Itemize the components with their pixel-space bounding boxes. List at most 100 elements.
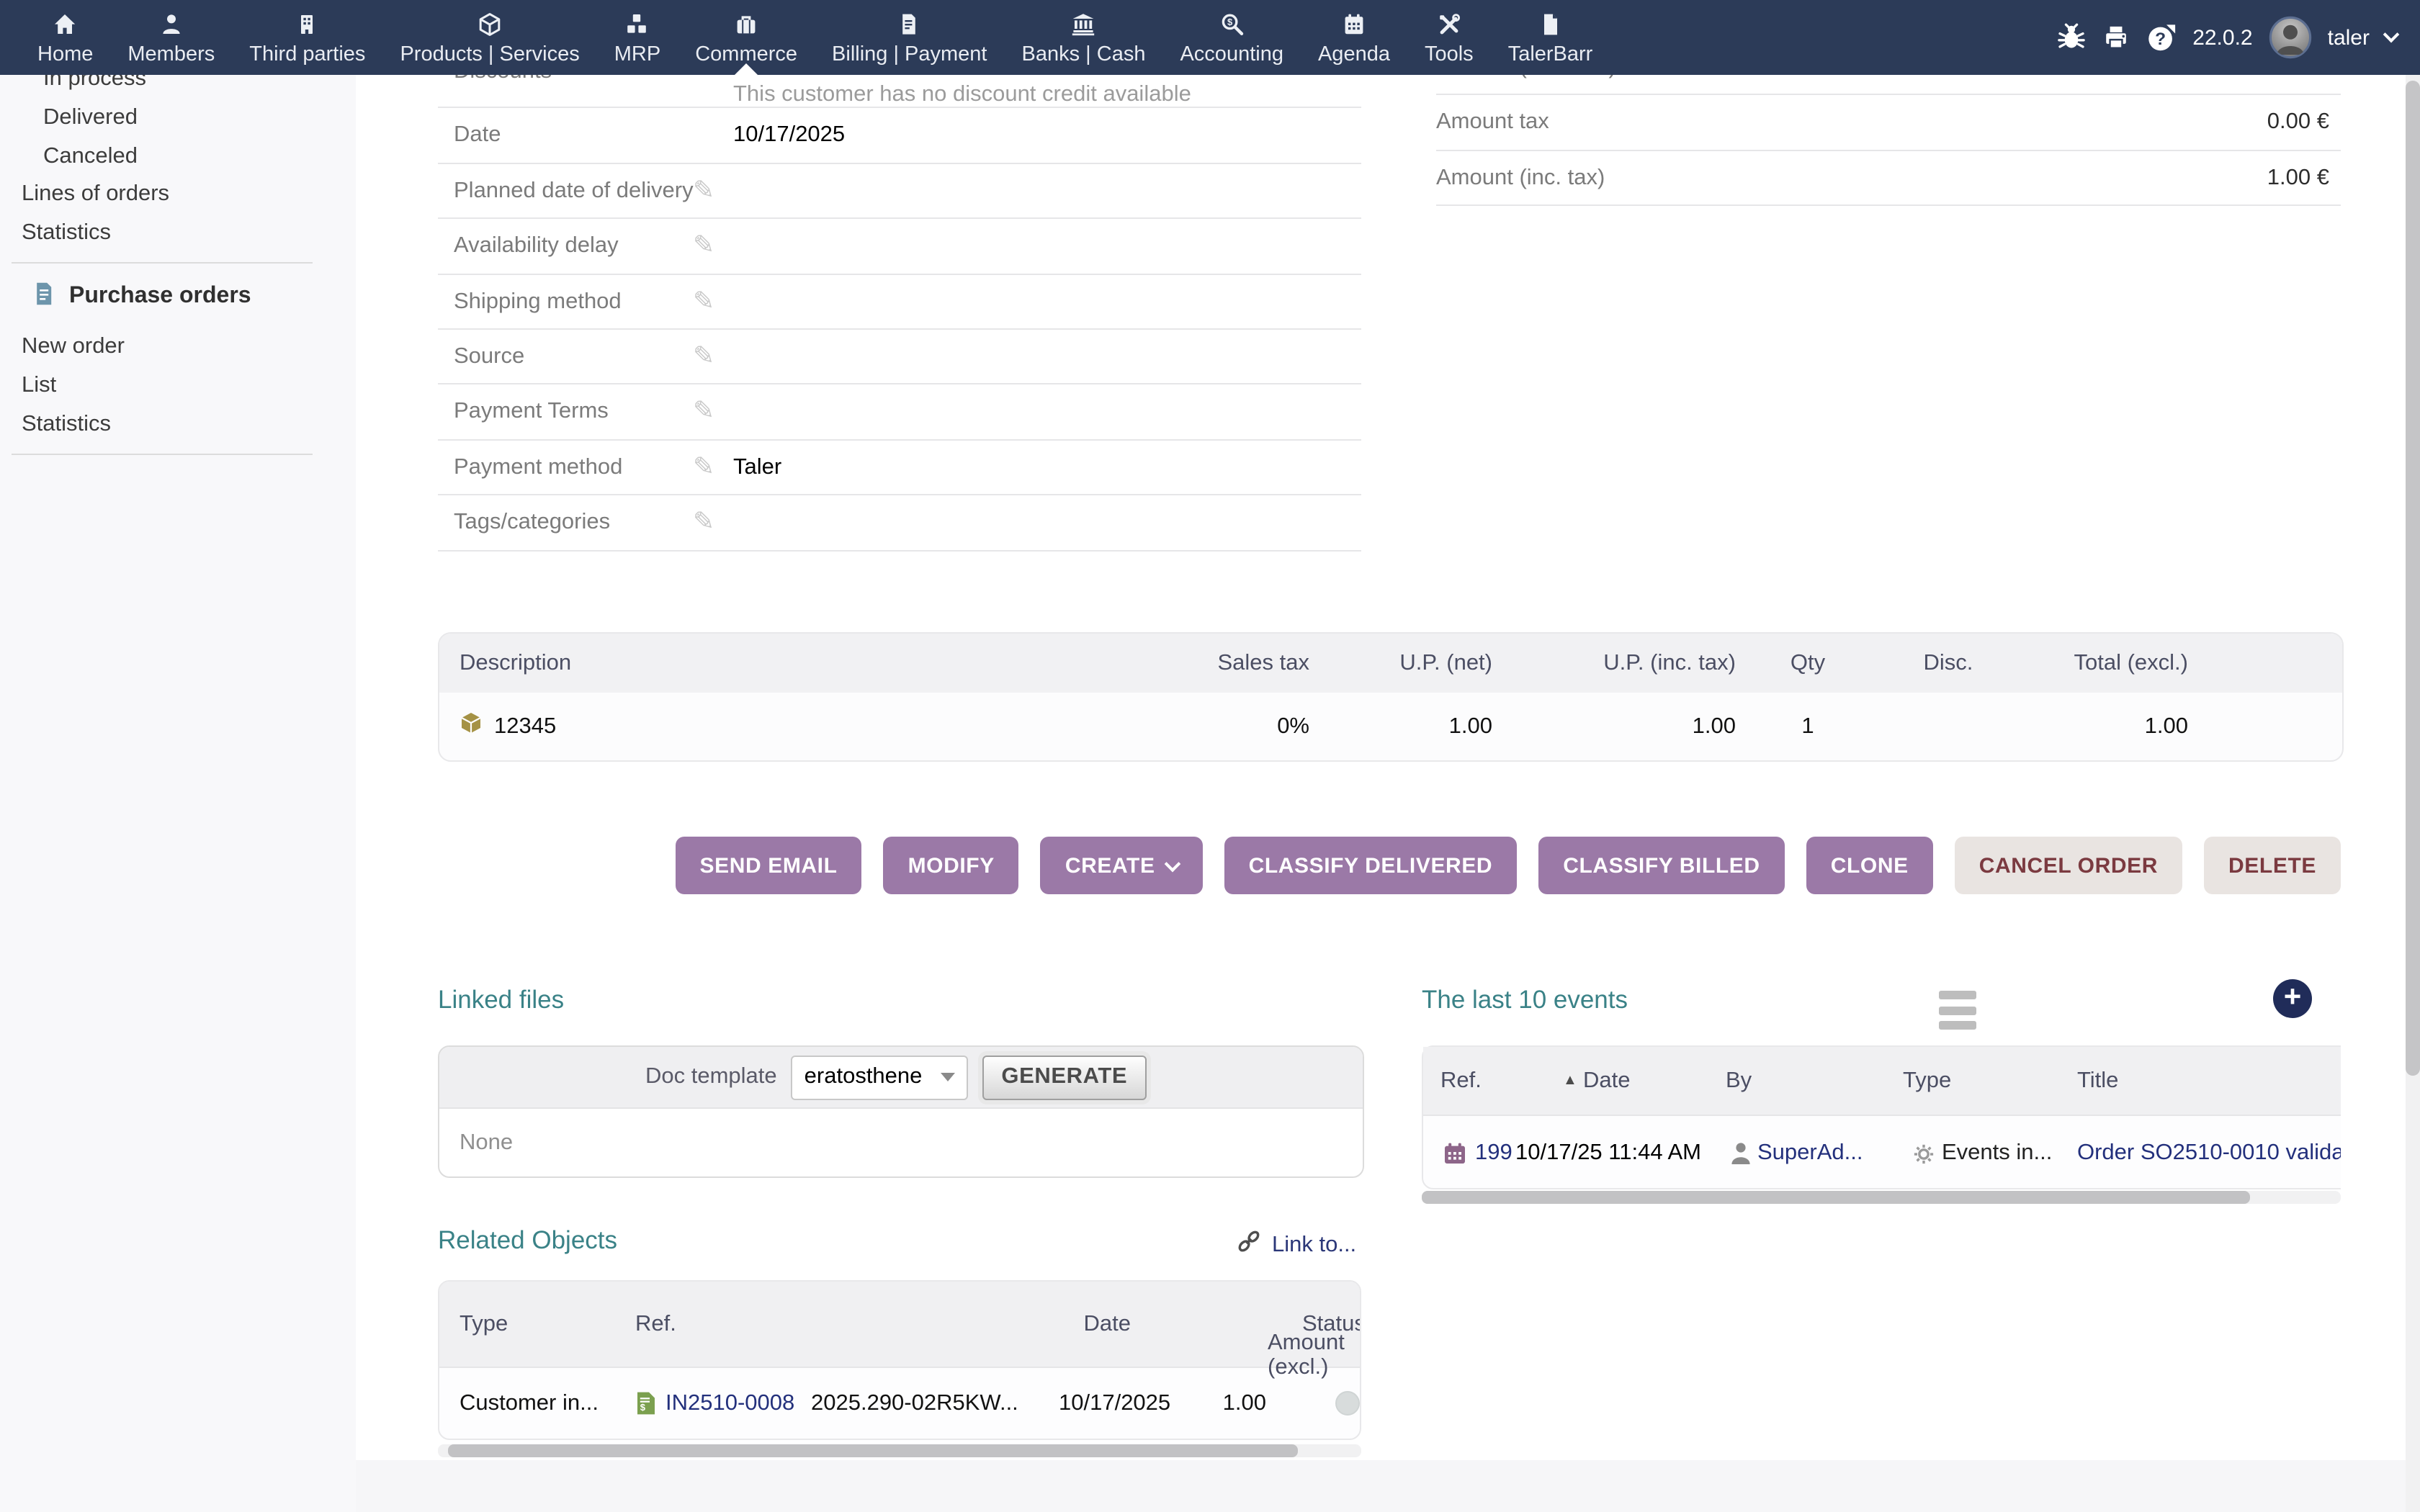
classify-billed-button[interactable]: CLASSIFY BILLED bbox=[1538, 837, 1784, 894]
scrollbar-thumb[interactable] bbox=[2406, 81, 2420, 1076]
event-date: 10/17/25 11:44 AM bbox=[1515, 1116, 1701, 1191]
edit-pencil-icon[interactable]: ✎ bbox=[693, 330, 714, 384]
edit-pencil-icon[interactable]: ✎ bbox=[693, 385, 714, 439]
event-row[interactable]: 199 10/17/25 11:44 AM SuperAd... Events … bbox=[1423, 1116, 2341, 1191]
clone-button[interactable]: CLONE bbox=[1806, 837, 1933, 894]
avatar[interactable] bbox=[2269, 16, 2312, 59]
sidebar-item-purchase-statistics[interactable]: Statistics bbox=[0, 406, 356, 445]
edit-pencil-icon[interactable]: ✎ bbox=[693, 495, 714, 549]
nav-tools[interactable]: Tools bbox=[1407, 0, 1491, 75]
col-status: Status bbox=[1302, 1282, 1361, 1367]
bug-report-icon[interactable] bbox=[2057, 23, 2086, 52]
col-date[interactable]: Date bbox=[1583, 1047, 1631, 1115]
link-to-action[interactable]: Link to... bbox=[1236, 1228, 1356, 1261]
nav-label: MRP bbox=[614, 43, 660, 66]
print-icon[interactable] bbox=[2102, 23, 2130, 52]
events-list-view-icon[interactable] bbox=[1939, 991, 1976, 1036]
events-panel: Ref. ▲ Date By Type Title 199 10/17/25 1… bbox=[1422, 1045, 2341, 1191]
page-bottom-background bbox=[0, 1460, 2420, 1512]
search-dollar-icon: $ bbox=[1219, 12, 1245, 37]
col-date: Date bbox=[1084, 1282, 1131, 1367]
edit-pencil-icon[interactable]: ✎ bbox=[693, 164, 714, 218]
sidebar-section-purchase-orders[interactable]: Purchase orders bbox=[0, 277, 356, 316]
nav-mrp[interactable]: MRP bbox=[597, 0, 678, 75]
send-email-button[interactable]: SEND EMAIL bbox=[676, 837, 862, 894]
field-label: Planned date of delivery bbox=[454, 164, 694, 218]
nav-talerbarr[interactable]: TalerBarr bbox=[1491, 0, 1610, 75]
col-qty: Qty bbox=[1736, 650, 1880, 676]
user-menu-chevron-down-icon[interactable] bbox=[2383, 27, 2400, 43]
nav-home[interactable]: Home bbox=[20, 0, 110, 75]
sidebar-item-list[interactable]: List bbox=[0, 368, 356, 407]
amount-incl-value: 1.00 € bbox=[2267, 151, 2329, 205]
edit-pencil-icon[interactable]: ✎ bbox=[693, 219, 714, 273]
related-ref-link[interactable]: IN2510-0008 bbox=[666, 1368, 794, 1439]
sales-orders-menu: In process Delivered Canceled Lines of o… bbox=[0, 75, 356, 253]
vertical-scrollbar[interactable] bbox=[2406, 75, 2420, 1512]
events-table-header: Ref. ▲ Date By Type Title bbox=[1423, 1047, 2341, 1116]
sidebar-item-delivered[interactable]: Delivered bbox=[0, 99, 356, 138]
scrollbar-thumb[interactable] bbox=[1422, 1191, 2250, 1204]
username[interactable]: taler bbox=[2328, 25, 2370, 50]
col-type[interactable]: Type bbox=[1903, 1047, 1951, 1115]
order-line-row[interactable]: 12345 0% 1.00 1.00 1 1.00 bbox=[439, 693, 2342, 760]
line-total: 1.00 bbox=[2017, 714, 2188, 739]
event-by-link[interactable]: SuperAd... bbox=[1757, 1116, 1863, 1191]
field-label: Shipping method bbox=[454, 274, 622, 328]
linked-files-panel: Doc template eratosthene GENERATE None bbox=[438, 1045, 1364, 1178]
related-objects-title: Related Objects bbox=[438, 1225, 617, 1256]
help-icon[interactable]: ? bbox=[2146, 22, 2177, 53]
nav-members[interactable]: Members bbox=[110, 0, 232, 75]
sidebar-divider bbox=[12, 454, 313, 456]
sidebar-item-lines-of-orders[interactable]: Lines of orders bbox=[0, 176, 356, 215]
col-by[interactable]: By bbox=[1726, 1047, 1752, 1115]
order-details-left: Discounts This customer has no discount … bbox=[438, 53, 1361, 551]
cancel-order-button[interactable]: CANCEL ORDER bbox=[1955, 837, 2182, 894]
edit-pencil-icon[interactable]: ✎ bbox=[693, 274, 714, 328]
create-button[interactable]: CREATE bbox=[1041, 837, 1203, 894]
related-object-row[interactable]: Customer in... $ IN2510-0008 2025.290-02… bbox=[439, 1368, 1360, 1439]
sidebar-divider bbox=[12, 263, 313, 264]
payment-method-value: Taler bbox=[733, 440, 781, 494]
nav-banks-cash[interactable]: Banks | Cash bbox=[1005, 0, 1163, 75]
col-type: Type bbox=[460, 1282, 508, 1367]
sort-asc-icon[interactable]: ▲ bbox=[1563, 1047, 1577, 1115]
field-row-payment-method: Payment method ✎ Taler bbox=[438, 440, 1361, 495]
col-sales-tax: Sales tax bbox=[1079, 650, 1309, 676]
nav-accounting[interactable]: $ Accounting bbox=[1162, 0, 1301, 75]
nav-third-parties[interactable]: Third parties bbox=[232, 0, 382, 75]
nav-label: Commerce bbox=[695, 43, 797, 66]
field-row-date: Date 10/17/2025 bbox=[438, 109, 1361, 164]
add-event-button[interactable] bbox=[2273, 979, 2312, 1018]
delete-button[interactable]: DELETE bbox=[2204, 837, 2341, 894]
sidebar-item-new-order[interactable]: New order bbox=[0, 329, 356, 368]
events-title: The last 10 events bbox=[1422, 985, 1628, 1015]
lines-table-header: Description Sales tax U.P. (net) U.P. (i… bbox=[439, 634, 2342, 693]
nav-label: Billing | Payment bbox=[832, 43, 987, 66]
events-horizontal-scrollbar[interactable] bbox=[1422, 1191, 2341, 1204]
col-up-inc-tax: U.P. (inc. tax) bbox=[1492, 650, 1736, 676]
scrollbar-thumb[interactable] bbox=[448, 1444, 1298, 1457]
sidebar-item-in-process[interactable]: In process bbox=[0, 75, 356, 99]
modify-button[interactable]: MODIFY bbox=[884, 837, 1019, 894]
nav-agenda[interactable]: Agenda bbox=[1301, 0, 1407, 75]
line-product-ref[interactable]: 12345 bbox=[494, 714, 556, 739]
classify-delivered-button[interactable]: CLASSIFY DELIVERED bbox=[1224, 837, 1518, 894]
nav-billing-payment[interactable]: Billing | Payment bbox=[815, 0, 1004, 75]
sidebar-item-statistics[interactable]: Statistics bbox=[0, 215, 356, 253]
related-horizontal-scrollbar[interactable] bbox=[438, 1444, 1361, 1457]
nav-commerce[interactable]: Commerce bbox=[678, 0, 815, 75]
field-row-planned-delivery: Planned date of delivery ✎ bbox=[438, 164, 1361, 220]
col-title[interactable]: Title bbox=[2077, 1047, 2118, 1115]
col-ref[interactable]: Ref. bbox=[1440, 1047, 1482, 1115]
generate-button[interactable]: GENERATE bbox=[982, 1055, 1146, 1099]
doc-generation-bar: Doc template eratosthene GENERATE bbox=[439, 1047, 1363, 1109]
nav-products-services[interactable]: Products | Services bbox=[382, 0, 596, 75]
event-title-link[interactable]: Order SO2510-0010 validate bbox=[2077, 1116, 2341, 1191]
sidebar-item-canceled[interactable]: Canceled bbox=[0, 138, 356, 176]
amount-row-tax: Amount tax 0.00 € bbox=[1436, 96, 2341, 151]
field-row-source: Source ✎ bbox=[438, 330, 1361, 385]
edit-pencil-icon[interactable]: ✎ bbox=[693, 440, 714, 494]
doc-template-select[interactable]: eratosthene bbox=[792, 1055, 969, 1099]
event-ref-link[interactable]: 199 bbox=[1475, 1116, 1512, 1191]
